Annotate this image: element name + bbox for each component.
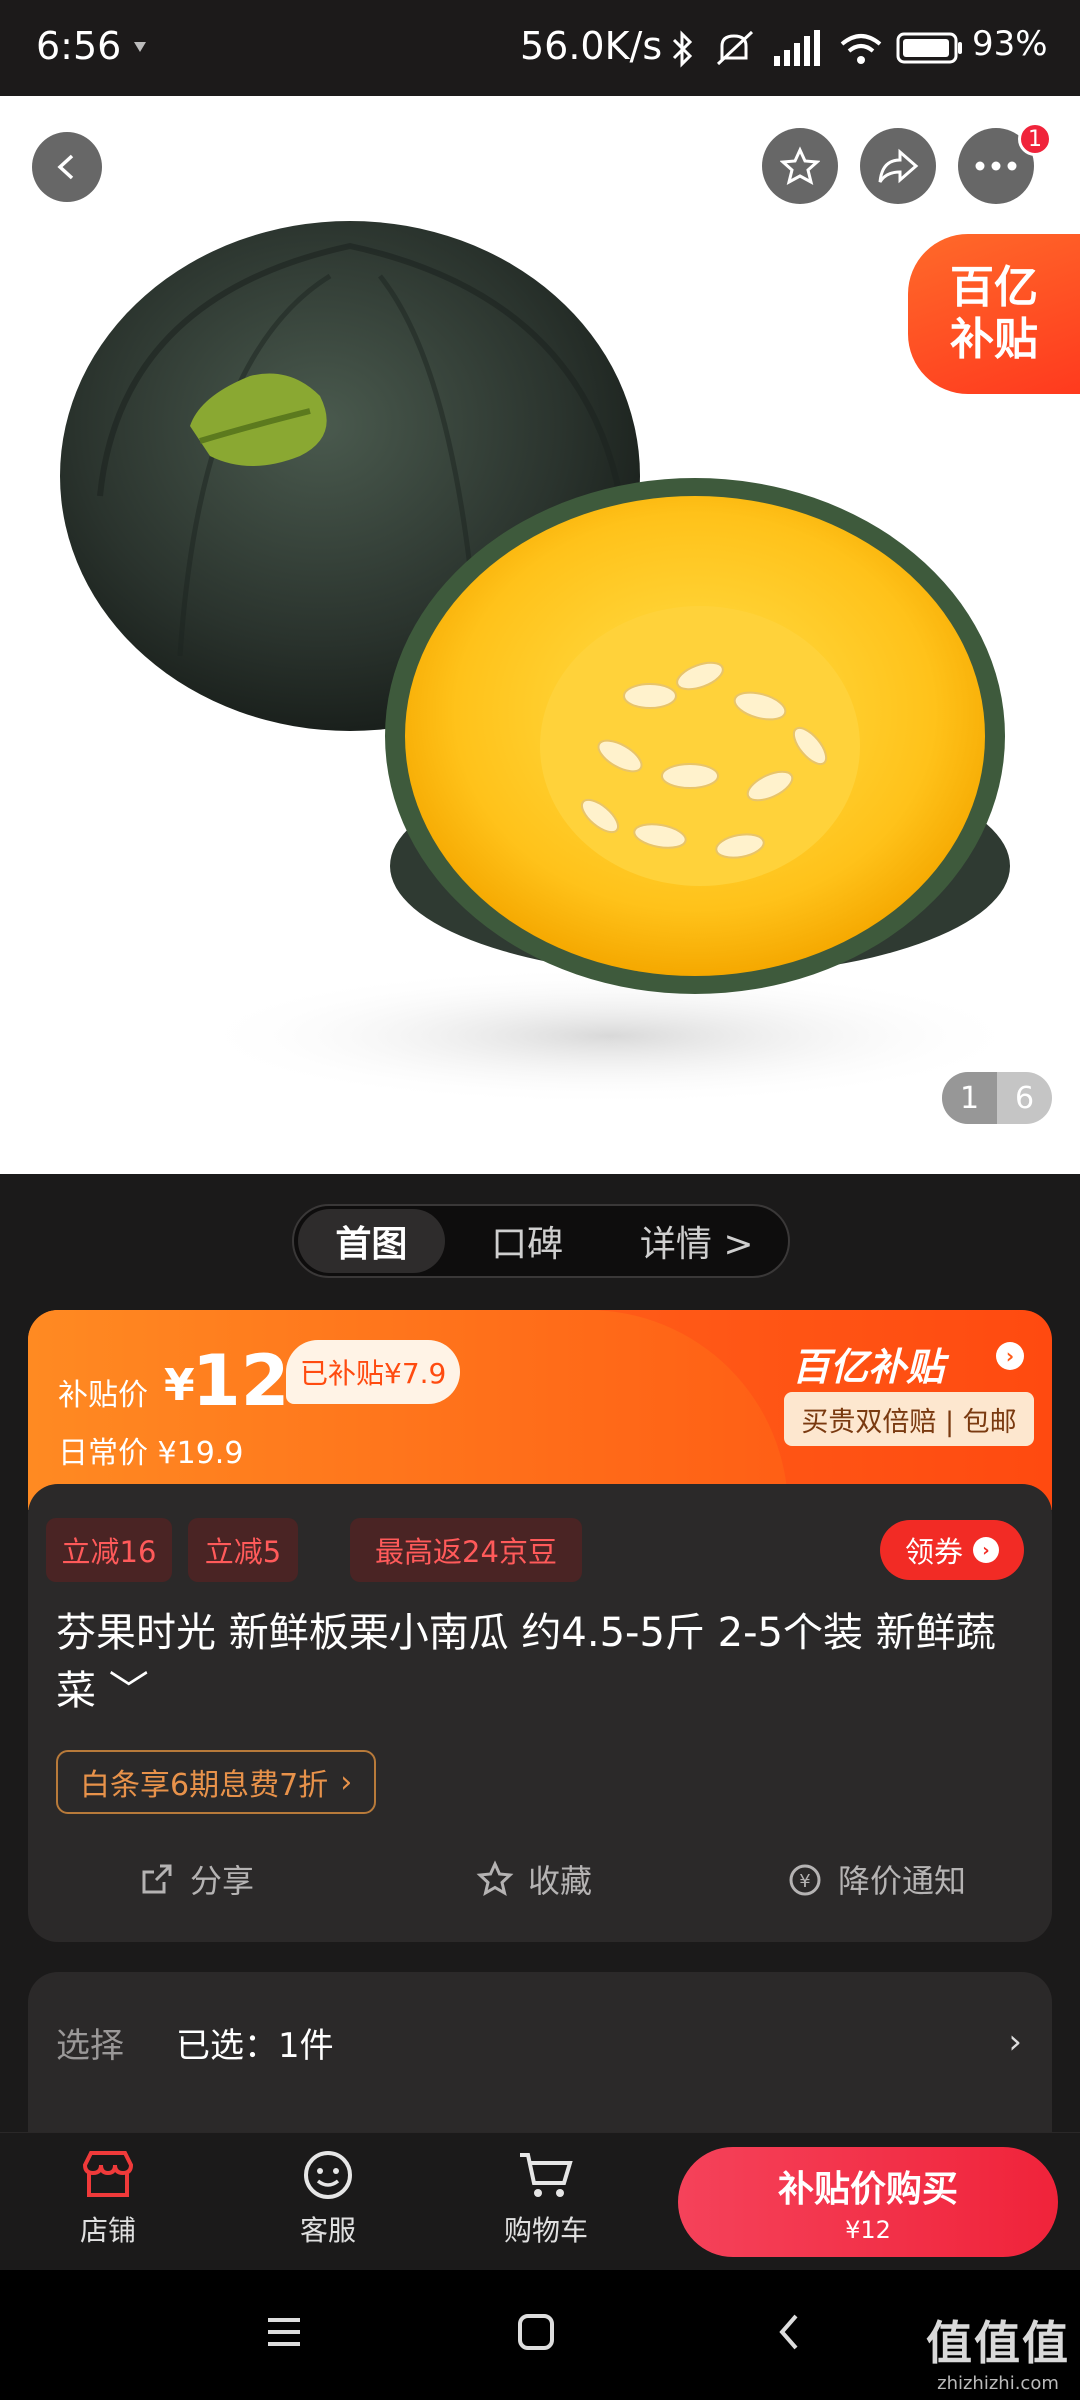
signal-small-icon bbox=[134, 42, 146, 52]
subsidy-tag-line1: 百亿 bbox=[950, 262, 1038, 313]
share-action[interactable]: 分享 bbox=[138, 1844, 254, 1914]
menu-icon[interactable] bbox=[262, 2310, 306, 2354]
store-button[interactable]: 店铺 bbox=[48, 2149, 168, 2249]
cart-button[interactable]: 购物车 bbox=[486, 2149, 606, 2249]
favorite-label: 收藏 bbox=[528, 1862, 593, 1900]
battery-percent: 93% bbox=[972, 24, 1048, 64]
status-time: 6:56 bbox=[36, 24, 122, 68]
back-arrow-icon bbox=[57, 154, 74, 180]
service-label: 客服 bbox=[299, 2214, 356, 2247]
back-button[interactable] bbox=[32, 132, 102, 202]
tab-main-image[interactable]: 首图 bbox=[298, 1209, 445, 1273]
wifi-icon bbox=[840, 34, 882, 64]
chevron-right-icon: › bbox=[1008, 2022, 1022, 2062]
chevron-right-icon: › bbox=[340, 1764, 353, 1800]
price-alert-icon: ¥ bbox=[789, 1864, 821, 1896]
subsidy-tag: 百亿 补贴 bbox=[908, 234, 1080, 394]
promo-tag[interactable]: 立减16 bbox=[46, 1518, 172, 1582]
price-currency: ¥ bbox=[164, 1360, 195, 1411]
coupon-label: 领券 bbox=[904, 1535, 963, 1569]
image-index: 1 bbox=[942, 1072, 997, 1124]
svg-text:¥: ¥ bbox=[799, 1871, 810, 1892]
share-arrow-icon bbox=[878, 148, 919, 184]
subsidy-price-label: 补贴价 bbox=[58, 1378, 148, 1413]
image-counter: 1 6 bbox=[942, 1072, 1052, 1124]
watermark-logo: 值值值 bbox=[926, 2316, 1070, 2370]
star-icon bbox=[780, 146, 820, 185]
subsidized-amount: 已补贴¥7.9 bbox=[286, 1340, 461, 1404]
customer-service-icon bbox=[304, 2151, 352, 2199]
cart-label: 购物车 bbox=[503, 2214, 588, 2247]
product-title[interactable]: 芬果时光 新鲜板栗小南瓜 约4.5-5斤 2-5个装 新鲜蔬菜 ﹀ bbox=[56, 1604, 1026, 1720]
product-image-gallery[interactable]: 1 百亿 补贴 1 6 bbox=[0, 96, 1080, 1174]
daily-price: 日常价 ¥19.9 bbox=[58, 1436, 244, 1471]
notification-badge: 1 bbox=[1018, 122, 1052, 156]
price-alert-label: 降价通知 bbox=[838, 1862, 967, 1900]
action-row: 分享 收藏 ¥ 降价通知 bbox=[28, 1844, 1052, 1914]
bottom-action-bar: 店铺 客服 购物车 补贴价购买 ¥12 bbox=[0, 2132, 1080, 2270]
share-icon bbox=[142, 1864, 172, 1894]
get-coupon-button[interactable]: 领券 › bbox=[880, 1520, 1024, 1580]
customer-service-button[interactable]: 客服 bbox=[268, 2149, 388, 2249]
share-label: 分享 bbox=[190, 1862, 255, 1900]
promo-tag[interactable]: 最高返24京豆 bbox=[350, 1518, 582, 1582]
product-info-card: 立减16 立减5 最高返24京豆 领券 › 芬果时光 新鲜板栗小南瓜 约4.5-… bbox=[28, 1484, 1052, 1942]
share-button[interactable] bbox=[860, 128, 936, 204]
price-banner: 补贴价 ¥ 12 已补贴¥7.9 日常价 ¥19.9 百亿补贴 › 买贵双倍赔 … bbox=[28, 1310, 1052, 1510]
network-speed: 56.0K/s bbox=[520, 24, 663, 68]
tab-reviews[interactable]: 口碑 bbox=[445, 1209, 610, 1273]
guarantee-badge: 买贵双倍赔 | 包邮 bbox=[784, 1392, 1034, 1446]
back-icon[interactable] bbox=[770, 2310, 810, 2354]
system-nav-bar: 值值值 zhizhizhi.com bbox=[0, 2270, 1080, 2400]
baitiao-installment-button[interactable]: 白条享6期息费7折 › bbox=[56, 1750, 377, 1814]
mute-icon bbox=[716, 30, 754, 66]
baitiao-label: 白条享6期息费7折 bbox=[80, 1768, 329, 1803]
pumpkin-image bbox=[60, 221, 1030, 1106]
chevron-right-icon: › bbox=[973, 1537, 999, 1563]
favorite-action[interactable]: 收藏 bbox=[476, 1844, 592, 1914]
more-dots-icon bbox=[975, 161, 1017, 171]
buy-label: 补贴价购买 bbox=[777, 2169, 958, 2210]
buy-now-button[interactable]: 补贴价购买 ¥12 bbox=[678, 2147, 1058, 2257]
chevron-right-icon[interactable]: › bbox=[996, 1342, 1024, 1370]
watermark-url: zhizhizhi.com bbox=[937, 2373, 1059, 2394]
favorite-button[interactable] bbox=[762, 128, 838, 204]
price-alert-action[interactable]: ¥ 降价通知 bbox=[786, 1844, 966, 1914]
subsidy-tag-line2: 补贴 bbox=[950, 314, 1038, 365]
subsidy-price: 12 bbox=[192, 1340, 290, 1422]
store-icon bbox=[82, 2151, 134, 2197]
cart-icon bbox=[520, 2153, 573, 2197]
tab-details[interactable]: 详情 > bbox=[609, 1209, 784, 1273]
battery-icon bbox=[896, 32, 962, 64]
image-total: 6 bbox=[1014, 1080, 1035, 1116]
selection-label: 选择 bbox=[56, 2026, 124, 2066]
section-tabs: 首图 口碑 详情 > bbox=[292, 1204, 790, 1278]
bluetooth-icon bbox=[672, 30, 693, 68]
status-bar: 6:56 56.0K/s 93% bbox=[0, 0, 1080, 96]
home-icon[interactable] bbox=[514, 2310, 558, 2354]
selection-value: 已选：1件 bbox=[176, 2026, 334, 2066]
billion-subsidy-brand[interactable]: 百亿补贴 bbox=[792, 1336, 944, 1391]
spec-selection-row[interactable]: 选择 已选：1件 › bbox=[28, 1972, 1052, 2132]
store-label: 店铺 bbox=[79, 2214, 136, 2247]
star-icon bbox=[476, 1860, 514, 1897]
watermark: 值值值 zhizhizhi.com bbox=[926, 2307, 1070, 2394]
cell-signal-icon bbox=[774, 30, 820, 66]
promo-tag[interactable]: 立减5 bbox=[188, 1518, 298, 1582]
buy-price: ¥12 bbox=[845, 2216, 891, 2244]
